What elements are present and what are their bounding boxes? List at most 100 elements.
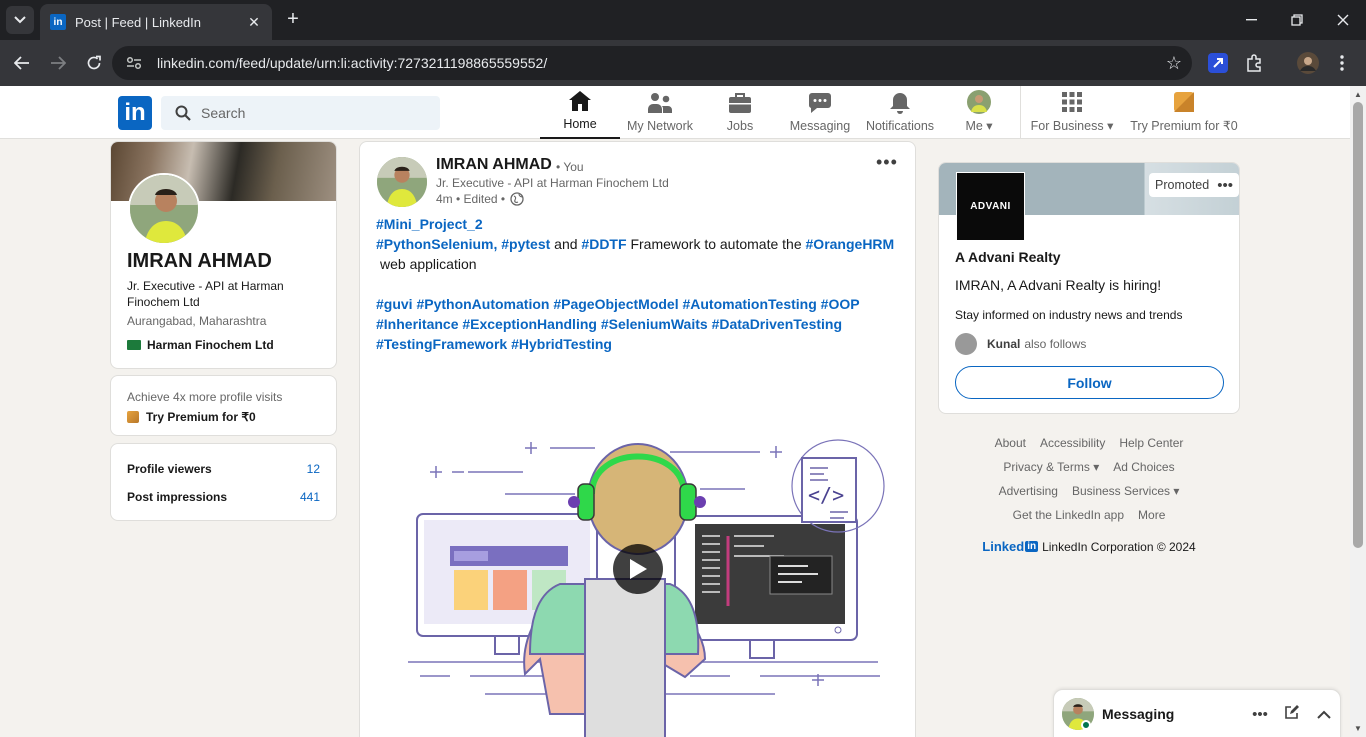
grid-icon xyxy=(1062,90,1082,114)
minimize-button[interactable] xyxy=(1228,0,1274,40)
close-window-button[interactable] xyxy=(1320,0,1366,40)
ad-company-name[interactable]: A Advani Realty xyxy=(955,249,1061,265)
post-author-avatar[interactable] xyxy=(377,157,427,207)
post-time: 4m • Edited • xyxy=(436,192,506,206)
profile-company-label: Harman Finochem Ltd xyxy=(147,338,274,352)
footer-link-about[interactable]: About xyxy=(995,436,1026,450)
reload-button[interactable] xyxy=(80,49,108,77)
nav-home[interactable]: Home xyxy=(540,86,620,139)
close-tab-icon[interactable]: ✕ xyxy=(246,14,262,31)
tab-search-button[interactable] xyxy=(6,6,34,34)
tab-title: Post | Feed | LinkedIn xyxy=(75,14,201,30)
profile-card[interactable]: IMRAN AHMAD Jr. Executive - API at Harma… xyxy=(110,141,337,369)
search-box[interactable] xyxy=(161,96,440,130)
profile-name[interactable]: IMRAN AHMAD xyxy=(127,250,272,273)
hashtag[interactable]: #PythonSelenium, xyxy=(376,236,497,252)
nav-notifications-label: Notifications xyxy=(865,119,935,133)
search-input[interactable] xyxy=(201,105,421,121)
scroll-down-icon[interactable]: ▼ xyxy=(1354,724,1362,733)
footer-link-get-app[interactable]: Get the LinkedIn app xyxy=(1013,508,1124,522)
linkedin-logo[interactable]: in xyxy=(118,96,152,130)
footer-link-advertising[interactable]: Advertising xyxy=(999,484,1058,498)
play-button[interactable] xyxy=(613,544,663,594)
nav-me[interactable]: Me ▾ xyxy=(945,86,1013,139)
follower-text: also follows xyxy=(1024,337,1087,351)
nav-my-network-label: My Network xyxy=(627,119,693,133)
promoted-ad-card: ADVANI Promoted ••• A Advani Realty IMRA… xyxy=(938,162,1240,414)
stat-profile-viewers[interactable]: Profile viewers 12 xyxy=(127,462,320,490)
ad-company-logo[interactable]: ADVANI xyxy=(956,172,1025,241)
footer-link-business-services[interactable]: Business Services xyxy=(1072,484,1179,498)
nav-for-business[interactable]: For Business ▾ xyxy=(1028,86,1116,139)
copyright-text: LinkedIn Corporation © 2024 xyxy=(1042,539,1196,554)
messaging-overlay[interactable]: Messaging ••• xyxy=(1053,689,1341,737)
nav-try-premium[interactable]: Try Premium for ₹0 xyxy=(1128,86,1240,139)
hashtag[interactable]: #Mini_Project_2 xyxy=(376,216,483,232)
stat-label: Profile viewers xyxy=(127,462,212,476)
stat-label: Post impressions xyxy=(127,490,228,504)
ad-more-options-icon[interactable]: ••• xyxy=(1217,177,1233,194)
site-info-icon[interactable] xyxy=(126,54,144,72)
chevron-up-icon[interactable] xyxy=(1308,706,1340,723)
nav-home-label: Home xyxy=(563,117,597,131)
back-button[interactable] xyxy=(8,49,36,77)
post-video[interactable]: </> xyxy=(360,424,915,737)
scroll-thumb[interactable] xyxy=(1353,102,1363,548)
premium-hint: Achieve 4x more profile visits xyxy=(127,390,283,404)
home-icon xyxy=(568,89,592,113)
scroll-up-icon[interactable]: ▲ xyxy=(1354,90,1362,99)
post-meta: 4m • Edited • xyxy=(436,192,524,206)
stat-post-impressions[interactable]: Post impressions 441 xyxy=(127,490,320,518)
hashtag[interactable]: #OrangeHRM xyxy=(806,236,895,252)
browser-menu-icon[interactable] xyxy=(1330,51,1354,75)
premium-icon xyxy=(1174,90,1194,114)
browser-tab[interactable]: in Post | Feed | LinkedIn ✕ xyxy=(40,4,272,40)
footer-links: About Accessibility Help Center Privacy … xyxy=(938,431,1240,554)
stat-value: 441 xyxy=(299,490,320,504)
nav-my-network[interactable]: My Network xyxy=(620,86,700,139)
premium-cta[interactable]: Try Premium for ₹0 xyxy=(127,410,320,424)
restore-icon xyxy=(1291,14,1303,26)
bookmark-star-icon[interactable]: ☆ xyxy=(1156,53,1192,74)
profile-company[interactable]: Harman Finochem Ltd xyxy=(127,338,274,352)
footer-link-accessibility[interactable]: Accessibility xyxy=(1040,436,1105,450)
extension-icon[interactable] xyxy=(1206,51,1230,75)
nav-notifications[interactable]: Notifications xyxy=(860,86,940,139)
company-logo-icon xyxy=(127,340,141,350)
footer-link-more[interactable]: More xyxy=(1138,508,1165,522)
browser-profile-avatar[interactable] xyxy=(1296,51,1320,75)
follower-name: Kunal xyxy=(987,337,1021,351)
forward-button[interactable] xyxy=(44,49,72,77)
follow-button[interactable]: Follow xyxy=(955,366,1224,399)
new-tab-button[interactable]: + xyxy=(282,8,304,30)
compose-message-icon[interactable] xyxy=(1276,704,1308,724)
nav-messaging[interactable]: Messaging xyxy=(780,86,860,139)
post-author-you-badge: • You xyxy=(556,160,584,174)
hashtag[interactable]: #DDTF xyxy=(581,236,626,252)
post-text-fragment: and xyxy=(554,236,578,252)
restore-button[interactable] xyxy=(1274,0,1320,40)
page-scrollbar[interactable]: ▲ ▼ xyxy=(1350,86,1366,737)
premium-upsell-card[interactable]: Achieve 4x more profile visits Try Premi… xyxy=(110,375,337,436)
post-author-name[interactable]: IMRAN AHMAD xyxy=(436,156,552,174)
footer-link-privacy-terms[interactable]: Privacy & Terms xyxy=(1003,460,1099,474)
post-hashtags[interactable]: #guvi #PythonAutomation #PageObjectModel… xyxy=(376,294,901,354)
nav-jobs[interactable]: Jobs xyxy=(700,86,780,139)
address-bar[interactable]: linkedin.com/feed/update/urn:li:activity… xyxy=(112,46,1192,80)
browser-toolbar: linkedin.com/feed/update/urn:li:activity… xyxy=(0,40,1366,86)
header-divider xyxy=(1020,86,1021,139)
post-more-options-icon[interactable]: ••• xyxy=(876,152,898,173)
profile-avatar[interactable] xyxy=(128,173,200,245)
nav-jobs-label: Jobs xyxy=(726,119,754,133)
hashtag[interactable]: #pytest xyxy=(501,236,550,252)
linkedin-favicon-icon: in xyxy=(50,14,66,30)
promoted-badge: Promoted ••• xyxy=(1149,173,1239,197)
globe-icon xyxy=(510,192,524,206)
footer-link-ad-choices[interactable]: Ad Choices xyxy=(1113,460,1174,474)
nav-me-label: Me ▾ xyxy=(965,119,993,133)
footer-link-help-center[interactable]: Help Center xyxy=(1119,436,1183,450)
extensions-puzzle-icon[interactable] xyxy=(1242,51,1266,75)
chat-icon xyxy=(808,91,832,115)
messaging-more-icon[interactable]: ••• xyxy=(1244,706,1276,723)
minimize-icon xyxy=(1245,19,1257,21)
